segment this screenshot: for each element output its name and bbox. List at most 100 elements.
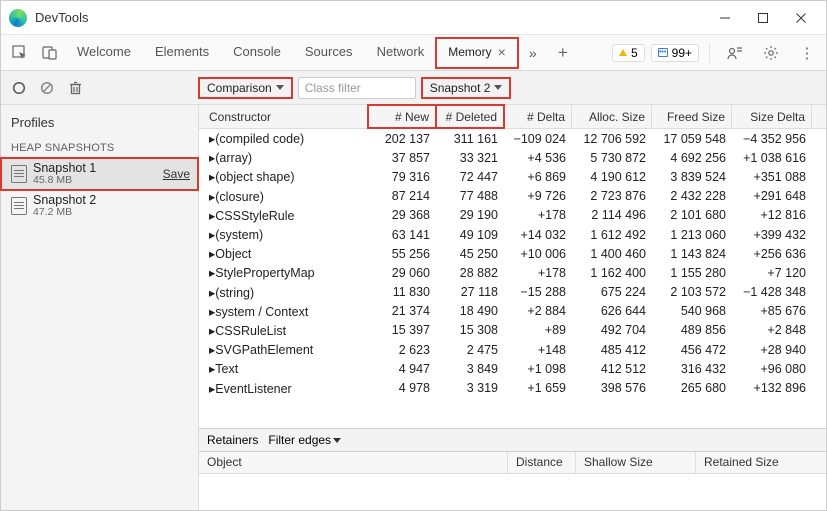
cell-deleted: 18 490	[436, 304, 504, 318]
cell-constructor: ▸StylePropertyMap	[199, 265, 368, 280]
baseline-label: Snapshot 2	[430, 81, 491, 95]
cell-constructor: ▸CSSRuleList	[199, 323, 368, 338]
col-freed[interactable]: Freed Size	[652, 105, 732, 128]
cell-constructor: ▸Object	[199, 246, 368, 261]
cell-alloc: 398 576	[572, 381, 652, 395]
table-row[interactable]: ▸(system)63 14149 109+14 0321 612 4921 2…	[199, 225, 826, 244]
col-deleted[interactable]: # Deleted	[436, 105, 504, 128]
comparison-table: Constructor # New # Deleted # Delta Allo…	[199, 105, 826, 510]
table-row[interactable]: ▸(array)37 85733 321+4 5365 730 8724 692…	[199, 148, 826, 167]
edge-logo-icon	[9, 9, 27, 27]
class-filter-input[interactable]: Class filter	[298, 77, 416, 99]
table-row[interactable]: ▸(closure)87 21477 488+9 7262 723 8762 4…	[199, 187, 826, 206]
save-link[interactable]: Save	[163, 167, 190, 181]
cell-deleted: 77 488	[436, 189, 504, 203]
cell-freed: 1 155 280	[652, 266, 732, 280]
col-constructor[interactable]: Constructor	[199, 105, 368, 128]
table-row[interactable]: ▸StylePropertyMap29 06028 882+1781 162 4…	[199, 263, 826, 282]
feedback-icon[interactable]	[722, 40, 748, 66]
col-new[interactable]: # New	[368, 105, 436, 128]
cell-new: 21 374	[368, 304, 436, 318]
cell-deleted: 49 109	[436, 228, 504, 242]
baseline-select[interactable]: Snapshot 2	[422, 78, 511, 98]
cell-alloc: 12 706 592	[572, 132, 652, 146]
snapshot-item-1[interactable]: Snapshot 1 45.8 MB Save	[1, 158, 198, 190]
delete-button[interactable]	[63, 76, 87, 100]
warnings-pill[interactable]: 5	[612, 44, 645, 62]
cell-constructor: ▸SVGPathElement	[199, 342, 368, 357]
cell-constructor: ▸CSSStyleRule	[199, 208, 368, 223]
filter-edges-select[interactable]: Filter edges	[268, 433, 341, 447]
close-button[interactable]	[782, 4, 820, 32]
close-icon[interactable]: ×	[498, 44, 506, 60]
ret-col-object[interactable]: Object	[199, 452, 508, 473]
cell-sdelta: +96 080	[732, 362, 812, 376]
cell-sdelta: +1 038 616	[732, 151, 812, 165]
retainers-title: Retainers	[207, 433, 258, 447]
view-mode-select[interactable]: Comparison	[199, 78, 292, 98]
settings-icon[interactable]	[758, 40, 784, 66]
cell-sdelta: +28 940	[732, 343, 812, 357]
table-row[interactable]: ▸CSSStyleRule29 36829 190+1782 114 4962 …	[199, 206, 826, 225]
clear-button[interactable]	[35, 76, 59, 100]
col-delta[interactable]: # Delta	[504, 105, 572, 128]
retainers-body	[199, 474, 826, 510]
table-body[interactable]: ▸(compiled code)202 137311 161−109 02412…	[199, 129, 826, 428]
cell-deleted: 2 475	[436, 343, 504, 357]
table-row[interactable]: ▸SVGPathElement2 6232 475+148485 412456 …	[199, 340, 826, 359]
cell-constructor: ▸(compiled code)	[199, 131, 368, 146]
tab-console[interactable]: Console	[221, 38, 293, 67]
tab-elements[interactable]: Elements	[143, 38, 221, 67]
titlebar: DevTools	[1, 1, 826, 35]
window-title: DevTools	[35, 10, 88, 25]
cell-freed: 2 101 680	[652, 208, 732, 222]
cell-freed: 1 143 824	[652, 247, 732, 261]
cell-delta: +14 032	[504, 228, 572, 242]
kebab-icon[interactable]: ⋮	[794, 40, 820, 66]
cell-new: 79 316	[368, 170, 436, 184]
table-row[interactable]: ▸(object shape)79 31672 447+6 8694 190 6…	[199, 167, 826, 186]
add-tab-icon[interactable]: +	[550, 40, 576, 66]
tab-welcome[interactable]: Welcome	[65, 38, 143, 67]
tab-sources[interactable]: Sources	[293, 38, 365, 67]
cell-constructor: ▸(string)	[199, 285, 368, 300]
table-row[interactable]: ▸EventListener4 9783 319+1 659398 576265…	[199, 378, 826, 397]
cell-new: 15 397	[368, 323, 436, 337]
filter-edges-label: Filter edges	[268, 433, 331, 447]
col-sizedelta[interactable]: Size Delta	[732, 105, 812, 128]
cell-sdelta: +256 636	[732, 247, 812, 261]
cell-freed: 2 432 228	[652, 189, 732, 203]
cell-deleted: 28 882	[436, 266, 504, 280]
table-row[interactable]: ▸Text4 9473 849+1 098412 512316 432+96 0…	[199, 359, 826, 378]
table-row[interactable]: ▸CSSRuleList15 39715 308+89492 704489 85…	[199, 321, 826, 340]
messages-pill[interactable]: •••99+	[651, 44, 699, 62]
cell-sdelta: +132 896	[732, 381, 812, 395]
ret-col-shallow[interactable]: Shallow Size	[576, 452, 696, 473]
record-button[interactable]	[7, 76, 31, 100]
minimize-button[interactable]	[706, 4, 744, 32]
cell-constructor: ▸EventListener	[199, 381, 368, 396]
table-row[interactable]: ▸Object55 25645 250+10 0061 400 4601 143…	[199, 244, 826, 263]
tab-memory-label: Memory	[448, 45, 491, 59]
cell-alloc: 1 162 400	[572, 266, 652, 280]
maximize-button[interactable]	[744, 4, 782, 32]
cell-alloc: 1 612 492	[572, 228, 652, 242]
ret-col-distance[interactable]: Distance	[508, 452, 576, 473]
tab-network[interactable]: Network	[365, 38, 437, 67]
snapshot-item-2[interactable]: Snapshot 2 47.2 MB	[1, 190, 198, 222]
cell-constructor: ▸(system)	[199, 227, 368, 242]
cell-deleted: 72 447	[436, 170, 504, 184]
table-row[interactable]: ▸(compiled code)202 137311 161−109 02412…	[199, 129, 826, 148]
table-row[interactable]: ▸system / Context21 37418 490+2 884626 6…	[199, 302, 826, 321]
cell-freed: 3 839 524	[652, 170, 732, 184]
col-alloc[interactable]: Alloc. Size	[572, 105, 652, 128]
cell-freed: 4 692 256	[652, 151, 732, 165]
cell-new: 4 978	[368, 381, 436, 395]
table-row[interactable]: ▸(string)11 83027 118−15 288675 2242 103…	[199, 283, 826, 302]
device-icon[interactable]	[37, 40, 63, 66]
ret-col-retained[interactable]: Retained Size	[696, 452, 826, 473]
more-tabs-icon[interactable]: »	[520, 40, 546, 66]
tab-memory[interactable]: Memory ×	[436, 38, 518, 68]
inspect-icon[interactable]	[7, 40, 33, 66]
cell-new: 29 368	[368, 208, 436, 222]
